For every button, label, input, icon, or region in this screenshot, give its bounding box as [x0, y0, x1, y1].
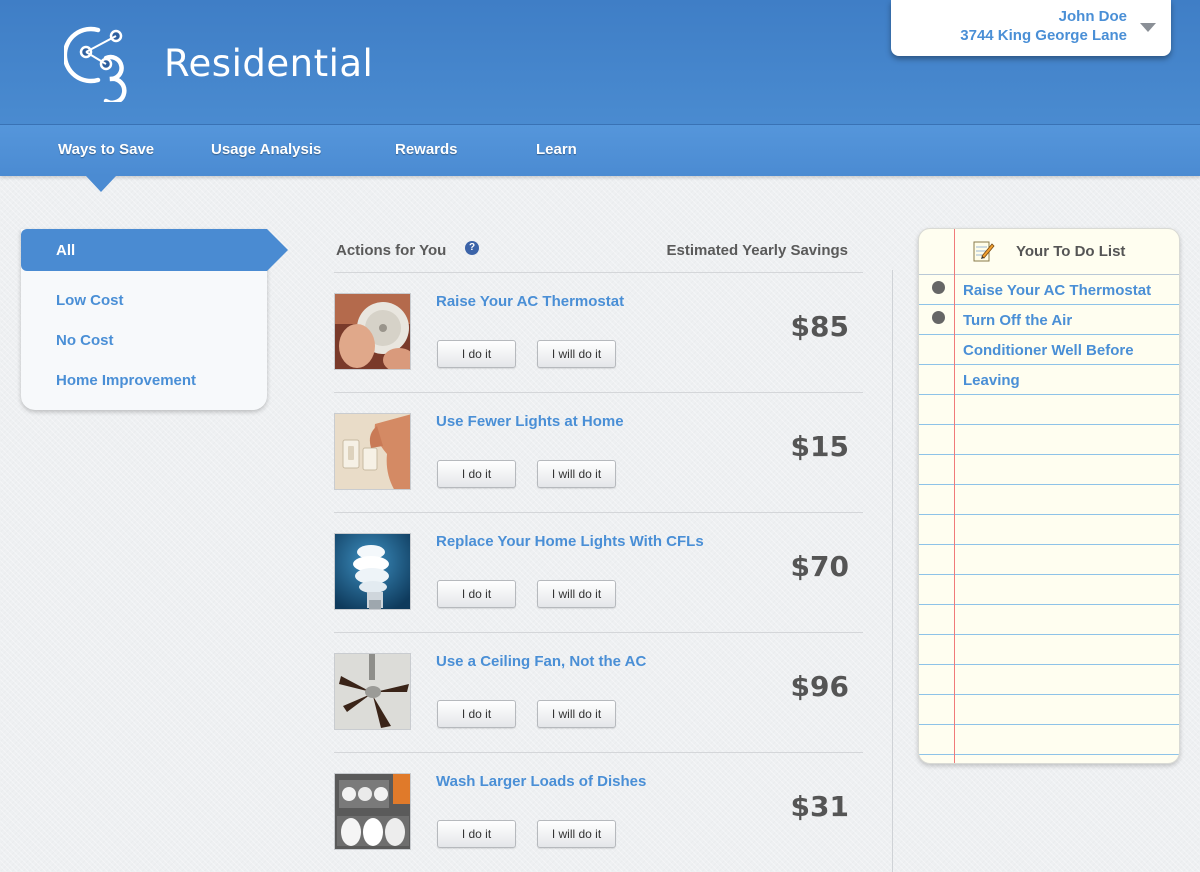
notepad-line	[919, 664, 1179, 665]
savings-amount: $85	[790, 310, 849, 343]
light-switch-image	[334, 413, 411, 490]
filter-home-improvement[interactable]: Home Improvement	[56, 372, 196, 389]
help-icon[interactable]: ?	[465, 241, 479, 255]
dishwasher-image	[334, 773, 411, 850]
notepad-line	[919, 724, 1179, 725]
todo-bullet-icon	[932, 281, 945, 294]
chevron-down-icon[interactable]	[1140, 23, 1156, 32]
todo-item-continuation[interactable]: Conditioner Well Before	[963, 342, 1134, 359]
todo-item-continuation[interactable]: Leaving	[963, 372, 1020, 389]
notepad-line	[919, 574, 1179, 575]
filter-selected-arrow	[267, 229, 288, 271]
i-do-it-button[interactable]: I do it	[437, 820, 516, 848]
notepad-line	[919, 454, 1179, 455]
i-do-it-button[interactable]: I do it	[437, 700, 516, 728]
savings-amount: $31	[790, 790, 849, 823]
thermostat-image	[334, 293, 411, 370]
action-row: Raise Your AC Thermostat I do it I will …	[334, 273, 863, 393]
savings-amount: $15	[790, 430, 849, 463]
notepad-line	[919, 634, 1179, 635]
notepad-line	[919, 604, 1179, 605]
todo-item[interactable]: Turn Off the Air	[963, 312, 1072, 329]
notepad-line	[919, 484, 1179, 485]
notepad-line	[919, 394, 1179, 395]
filter-no-cost[interactable]: No Cost	[56, 332, 114, 349]
i-will-do-it-button[interactable]: I will do it	[537, 460, 616, 488]
action-title[interactable]: Replace Your Home Lights With CFLs	[436, 533, 704, 550]
i-do-it-button[interactable]: I do it	[437, 580, 516, 608]
savings-amount: $96	[790, 670, 849, 703]
nav-learn[interactable]: Learn	[536, 141, 577, 158]
i-do-it-button[interactable]: I do it	[437, 460, 516, 488]
column-divider	[892, 270, 893, 872]
actions-header: Actions for You	[336, 242, 447, 259]
brand-title: Residential	[164, 42, 374, 85]
ceiling-fan-image	[334, 653, 411, 730]
filter-all-label: All	[56, 242, 76, 259]
action-title[interactable]: Use a Ceiling Fan, Not the AC	[436, 653, 646, 670]
todo-list-card: Your To Do List Raise Your AC Thermostat…	[918, 228, 1180, 764]
savings-header: Estimated Yearly Savings	[666, 242, 849, 259]
todo-header-rule	[919, 274, 1179, 275]
active-nav-pointer	[86, 176, 116, 192]
notepad-margin-line	[954, 229, 955, 763]
notepad-line	[919, 514, 1179, 515]
action-title[interactable]: Raise Your AC Thermostat	[436, 293, 624, 310]
notepad-line	[919, 424, 1179, 425]
nav-rewards[interactable]: Rewards	[395, 141, 458, 158]
todo-item[interactable]: Raise Your AC Thermostat	[963, 282, 1151, 299]
action-row: Wash Larger Loads of Dishes I do it I wi…	[334, 753, 863, 872]
filter-low-cost[interactable]: Low Cost	[56, 292, 124, 309]
i-will-do-it-button[interactable]: I will do it	[537, 580, 616, 608]
savings-amount: $70	[790, 550, 849, 583]
user-name: John Doe	[1058, 8, 1127, 25]
notepad-line	[919, 754, 1179, 755]
notepad-pencil-icon	[973, 241, 995, 262]
nav-ways-to-save[interactable]: Ways to Save	[58, 141, 154, 158]
nav-usage-analysis[interactable]: Usage Analysis	[211, 141, 321, 158]
todo-title: Your To Do List	[1016, 243, 1126, 260]
action-row: Use a Ceiling Fan, Not the AC I do it I …	[334, 633, 863, 753]
action-title[interactable]: Use Fewer Lights at Home	[436, 413, 624, 430]
notepad-line	[919, 304, 1179, 305]
notepad-line	[919, 334, 1179, 335]
user-address: 3744 King George Lane	[960, 27, 1127, 44]
action-title[interactable]: Wash Larger Loads of Dishes	[436, 773, 646, 790]
todo-bullet-icon	[932, 311, 945, 324]
i-do-it-button[interactable]: I do it	[437, 340, 516, 368]
action-row: Use Fewer Lights at Home I do it I will …	[334, 393, 863, 513]
main-nav: Ways to Save Usage Analysis Rewards Lear…	[0, 125, 1200, 176]
c3-logo-icon[interactable]	[64, 22, 144, 102]
action-row: Replace Your Home Lights With CFLs I do …	[334, 513, 863, 633]
notepad-line	[919, 364, 1179, 365]
user-menu[interactable]: John Doe 3744 King George Lane	[891, 0, 1171, 56]
notepad-line	[919, 544, 1179, 545]
i-will-do-it-button[interactable]: I will do it	[537, 700, 616, 728]
cfl-bulb-image	[334, 533, 411, 610]
i-will-do-it-button[interactable]: I will do it	[537, 820, 616, 848]
i-will-do-it-button[interactable]: I will do it	[537, 340, 616, 368]
notepad-line	[919, 694, 1179, 695]
